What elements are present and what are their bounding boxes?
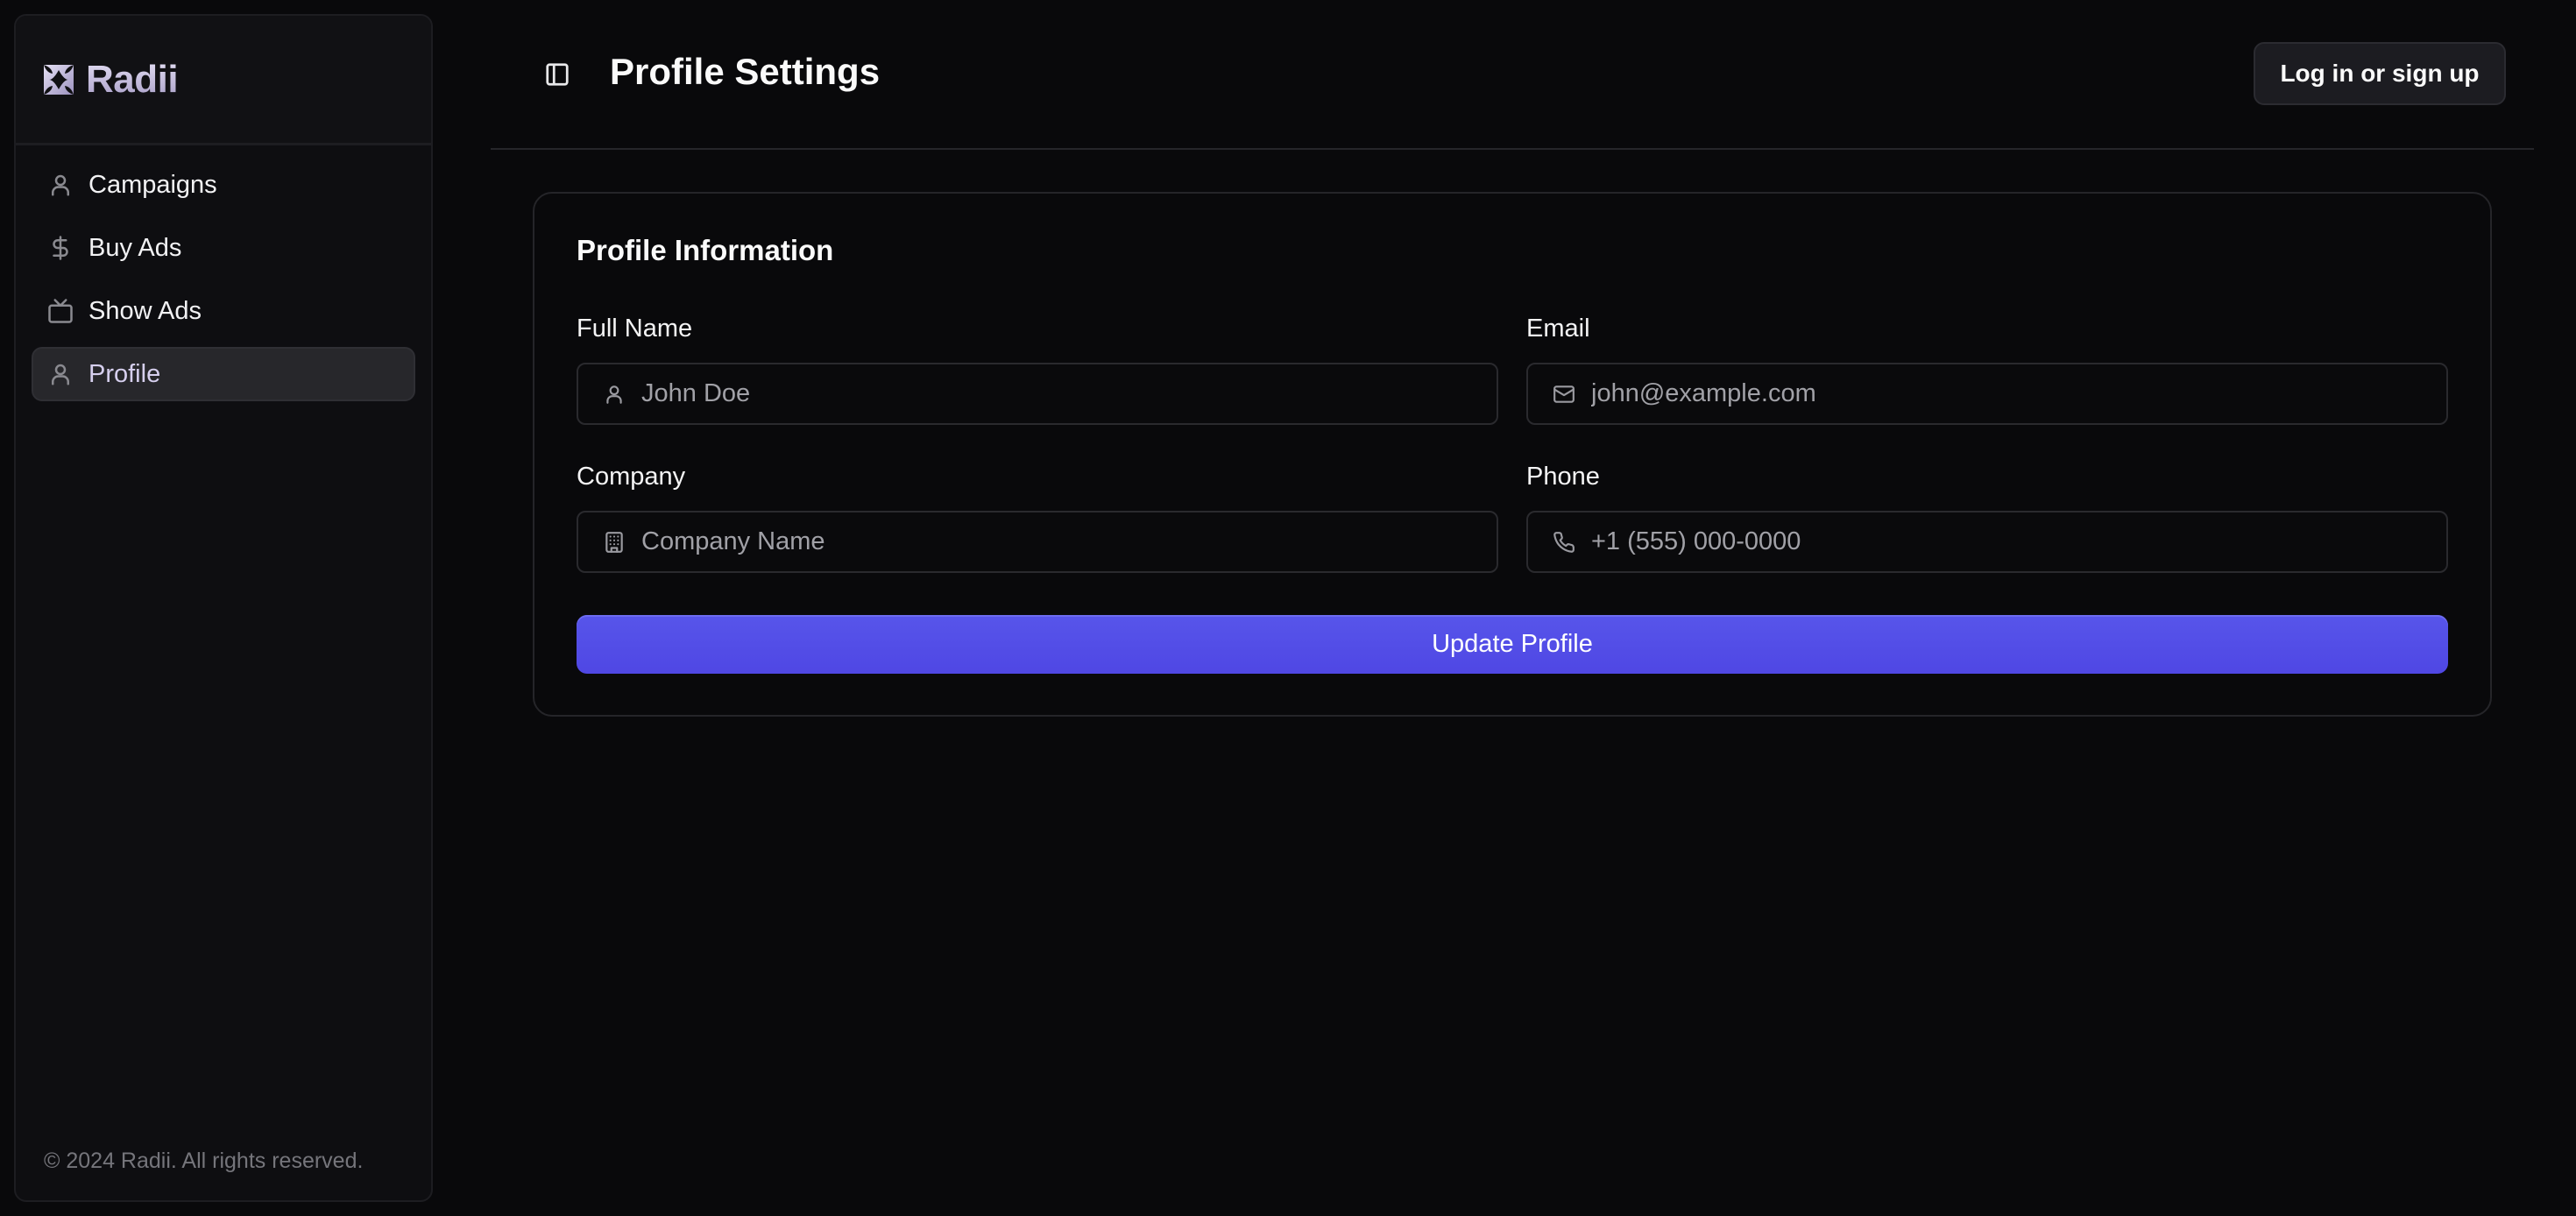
- login-signup-button[interactable]: Log in or sign up: [2254, 42, 2506, 105]
- top-bar: Profile Settings Log in or sign up: [491, 0, 2534, 150]
- sidebar-item-show-ads[interactable]: Show Ads: [32, 284, 415, 338]
- full-name-input[interactable]: [641, 379, 1497, 408]
- sidebar-nav: Campaigns Buy Ads Show Ads Profile: [16, 145, 431, 401]
- mail-icon: [1553, 383, 1575, 406]
- sidebar-item-buy-ads[interactable]: Buy Ads: [32, 221, 415, 275]
- sidebar-item-label: Campaigns: [88, 170, 217, 199]
- sidebar-item-label: Show Ads: [88, 296, 202, 325]
- phone-input-wrapper: [1526, 511, 2448, 573]
- full-name-label: Full Name: [577, 315, 693, 343]
- user-icon: [47, 172, 74, 198]
- dollar-icon: [47, 235, 74, 261]
- profile-information-card: Profile Information Full Name Email Comp…: [533, 192, 2492, 717]
- main-content: Profile Settings Log in or sign up: [491, 0, 2534, 150]
- phone-icon: [1553, 531, 1575, 554]
- app-name: Radii: [86, 57, 179, 101]
- sidebar-header: Radii: [16, 16, 431, 145]
- building-icon: [603, 531, 626, 554]
- sidebar-item-label: Buy Ads: [88, 233, 182, 262]
- email-field: Email: [1526, 313, 2448, 425]
- sidebar-item-campaigns[interactable]: Campaigns: [32, 158, 415, 212]
- tv-icon: [47, 298, 74, 324]
- sidebar-item-profile[interactable]: Profile: [32, 347, 415, 401]
- radii-logo-icon: [44, 64, 74, 95]
- company-label: Company: [577, 463, 686, 491]
- copyright-footer: © 2024 Radii. All rights reserved.: [44, 1149, 364, 1173]
- email-label: Email: [1526, 315, 1590, 343]
- email-input[interactable]: [1591, 379, 2446, 408]
- sidebar: Radii Campaigns Buy Ads Show Ads Profile: [14, 14, 433, 1202]
- user-icon: [47, 361, 74, 387]
- user-icon: [603, 383, 626, 406]
- phone-label: Phone: [1526, 463, 1600, 491]
- company-field: Company: [577, 461, 1498, 573]
- email-input-wrapper: [1526, 363, 2448, 425]
- phone-input[interactable]: [1591, 527, 2446, 556]
- sidebar-item-label: Profile: [88, 359, 161, 388]
- page-title: Profile Settings: [610, 51, 881, 92]
- card-title: Profile Information: [577, 234, 834, 266]
- phone-field: Phone: [1526, 461, 2448, 573]
- company-input-wrapper: [577, 511, 1498, 573]
- sidebar-toggle-button[interactable]: [541, 59, 573, 90]
- full-name-field: Full Name: [577, 313, 1498, 425]
- company-input[interactable]: [641, 527, 1497, 556]
- panel-left-icon: [546, 63, 569, 86]
- update-profile-button[interactable]: Update Profile: [577, 615, 2448, 674]
- full-name-input-wrapper: [577, 363, 1498, 425]
